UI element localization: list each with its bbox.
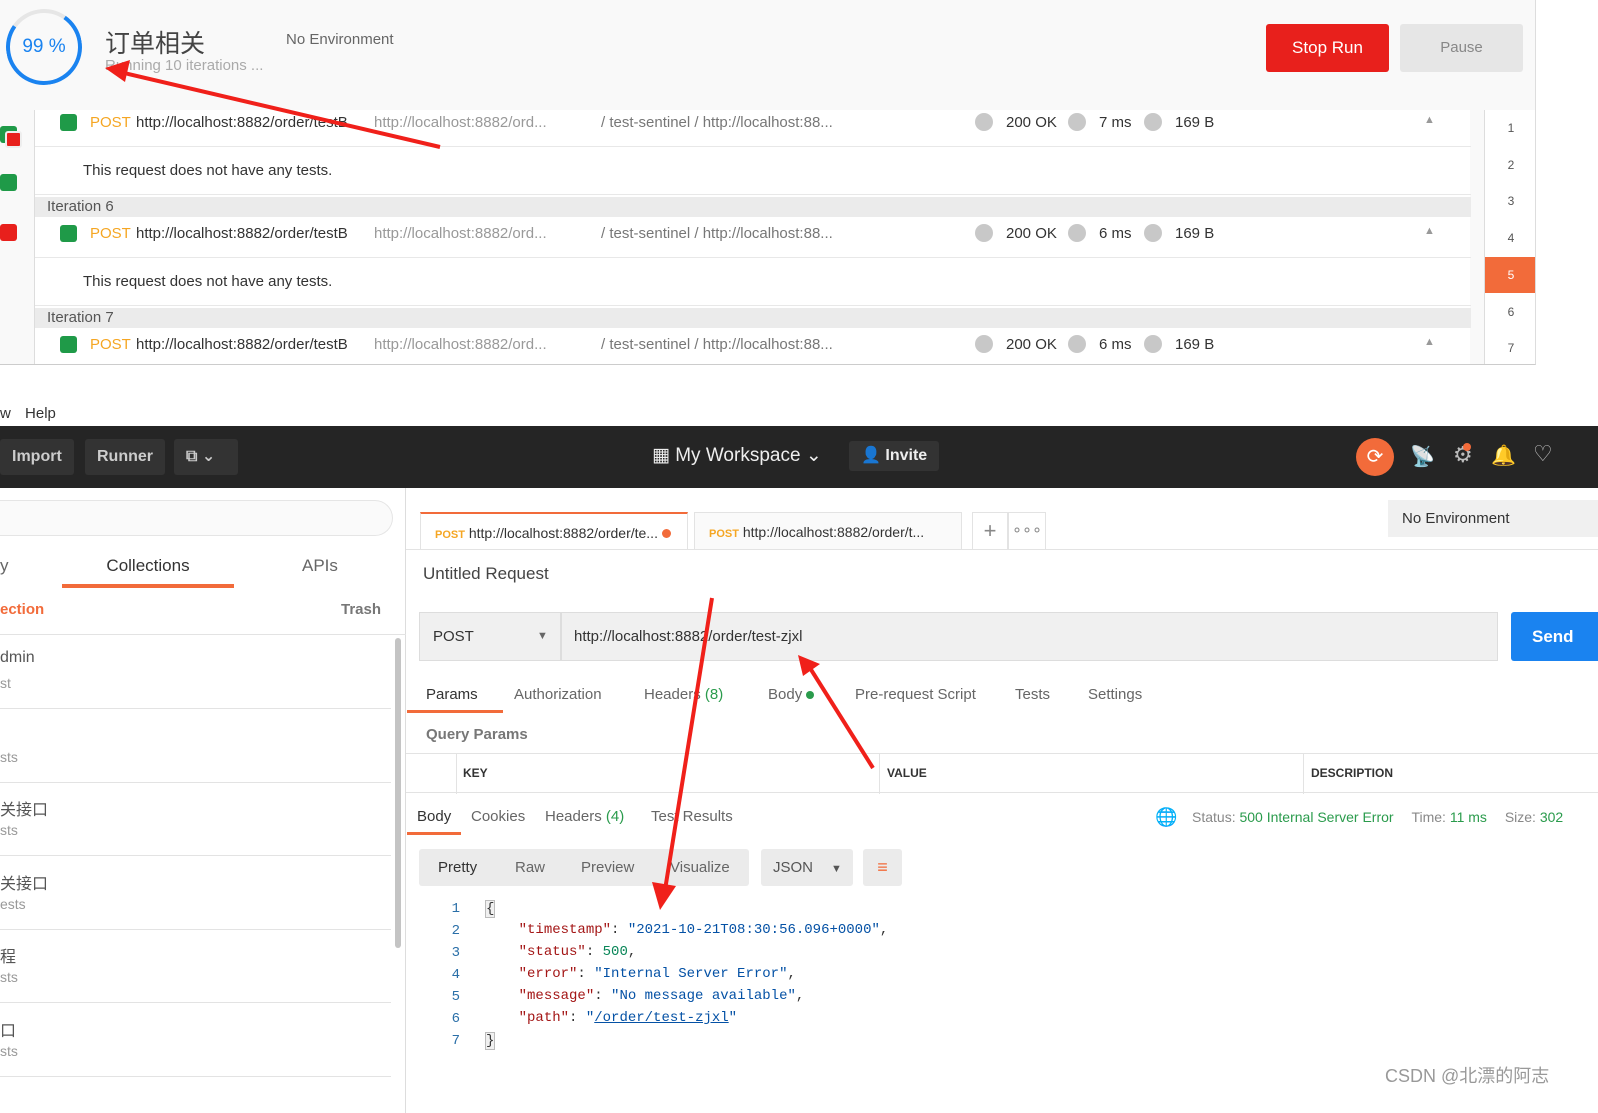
arrow-to-response [663,597,714,891]
arrow-to-progress [119,70,441,149]
arrowhead [652,882,676,910]
annotation-arrows [105,60,875,910]
arrow-to-url [808,666,875,770]
arrowhead [105,60,130,82]
arrowhead [798,655,820,676]
